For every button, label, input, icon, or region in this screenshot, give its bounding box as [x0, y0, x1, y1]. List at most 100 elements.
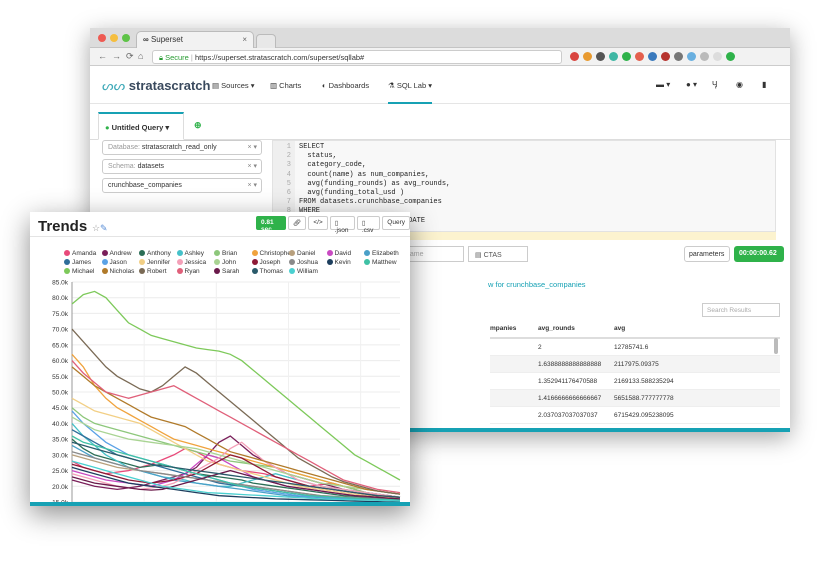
nav-dashboards[interactable]: ◐ Dashboards — [322, 81, 369, 90]
legend-item[interactable]: Sarah — [214, 268, 239, 275]
legend-item[interactable]: Anthony — [139, 250, 171, 257]
legend-item[interactable]: Ashley — [176, 250, 204, 257]
series-line-christopher[interactable] — [71, 353, 401, 495]
version-icon[interactable]: Ӌ — [712, 80, 717, 89]
logo-text: stratascratch — [128, 78, 211, 93]
close-tab-icon[interactable]: × — [242, 35, 247, 44]
legend-item[interactable]: Christopher — [251, 250, 293, 257]
legend-item[interactable]: Joshua — [289, 259, 318, 266]
extension-icon[interactable] — [700, 52, 709, 61]
column-header[interactable]: avg — [614, 325, 625, 332]
extension-icon[interactable] — [726, 52, 735, 61]
close-window-button[interactable] — [98, 34, 106, 42]
extension-icon[interactable] — [583, 52, 592, 61]
extension-icon[interactable] — [674, 52, 683, 61]
legend-item[interactable]: Elizabeth — [364, 250, 399, 257]
add-query-tab-icon[interactable]: ⊕ — [194, 120, 202, 131]
new-tab-button[interactable] — [256, 34, 276, 48]
legend-item[interactable]: Nicholas — [101, 268, 135, 275]
json-button[interactable]: ▯ .json — [329, 216, 355, 234]
legend-item[interactable]: Matthew — [364, 259, 397, 266]
reload-icon[interactable]: ⟳ — [126, 51, 134, 62]
clear-and-dropdown-icon[interactable]: × ▾ — [247, 162, 257, 170]
url-input[interactable]: 🔒︎ Secure | https://superset.stratascrat… — [152, 50, 562, 64]
legend-label: William — [297, 268, 318, 275]
edit-icon[interactable]: ✎ — [100, 223, 108, 234]
clear-and-dropdown-icon[interactable]: × ▾ — [247, 143, 257, 151]
extension-icon[interactable] — [713, 52, 722, 61]
code-line: count(name) as num_companies, — [299, 170, 430, 179]
table-cell: 2169133.588235294 — [614, 378, 674, 385]
csv-button[interactable]: ▯ .csv — [356, 216, 381, 234]
extension-icon[interactable] — [609, 52, 618, 61]
legend-item[interactable]: Kevin — [326, 259, 351, 266]
ctas-button[interactable]: ▤ CTAS — [468, 246, 528, 262]
table-row: 2 12785741.6 — [490, 339, 780, 356]
tab-untitled-query[interactable]: ● Untitled Query ▾ — [98, 112, 184, 140]
extension-icon[interactable] — [596, 52, 605, 61]
legend-item[interactable]: Joseph — [251, 259, 280, 266]
logo[interactable]: ᔕᔕ stratascratch — [102, 78, 210, 94]
minimize-window-button[interactable] — [110, 34, 118, 42]
legend-item[interactable]: Thomas — [251, 268, 283, 275]
legend-item[interactable]: Ryan — [176, 268, 200, 275]
extension-icon[interactable] — [687, 52, 696, 61]
maximize-window-button[interactable] — [122, 34, 130, 42]
extension-icon[interactable] — [648, 52, 657, 61]
series-line-michael[interactable] — [71, 290, 401, 481]
legend-item[interactable]: Andrew — [101, 250, 132, 257]
legend-item[interactable]: Jessica — [176, 259, 206, 266]
y-tick-label: 20.0k — [52, 484, 69, 491]
table-row: 1.352941176470588 2169133.588235294 — [490, 373, 780, 390]
legend-item[interactable]: Brian — [214, 250, 237, 257]
database-select[interactable]: Database: stratascratch_read_only × ▾ — [102, 140, 262, 155]
legend-label: Amanda — [72, 250, 97, 257]
back-icon[interactable]: ← — [98, 51, 107, 61]
table-select-value: crunchbase_companies — [108, 182, 182, 189]
docs-icon[interactable]: ▮ — [762, 80, 766, 89]
nav-sqllab[interactable]: ⚗ SQL Lab ▾ — [388, 81, 432, 104]
legend-item[interactable]: James — [64, 259, 91, 266]
table-select[interactable]: crunchbase_companies × ▾ — [102, 178, 262, 193]
extension-icon[interactable] — [661, 52, 670, 61]
table-cell: 6715429.095238095 — [614, 412, 674, 419]
forward-icon[interactable]: → — [112, 51, 121, 61]
view-results-link[interactable]: w for crunchbase_companies — [488, 280, 586, 289]
schema-select[interactable]: Schema: datasets × ▾ — [102, 159, 262, 174]
parameters-button[interactable]: parameters — [684, 246, 730, 262]
legend-item[interactable]: Michael — [64, 268, 94, 275]
extension-icon[interactable] — [635, 52, 644, 61]
nav-charts[interactable]: ▥ Charts — [270, 81, 301, 90]
user-icon[interactable]: ● ▾ — [686, 80, 697, 89]
column-header[interactable]: avg_rounds — [538, 325, 575, 332]
home-icon[interactable]: ⌂ — [138, 51, 143, 61]
legend-item[interactable]: Amanda — [64, 250, 96, 257]
extension-icon[interactable] — [622, 52, 631, 61]
browser-tab[interactable]: ∞ Superset × — [136, 31, 254, 48]
search-results-input[interactable]: Search Results — [702, 303, 780, 317]
clear-and-dropdown-icon[interactable]: × ▾ — [247, 181, 257, 189]
embed-button[interactable]: </> — [308, 216, 328, 230]
nav-sources[interactable]: ▤ Sources ▾ — [212, 81, 255, 90]
y-tick-label: 70.0k — [52, 327, 69, 334]
y-tick-label: 40.0k — [52, 421, 69, 428]
language-flag-icon[interactable]: ▬ ▾ — [656, 80, 670, 89]
link-button[interactable]: 🔗︎ — [288, 216, 307, 230]
column-header[interactable]: mpanies — [490, 325, 516, 332]
legend-item[interactable]: Jason — [101, 259, 127, 266]
github-icon[interactable]: ◉ — [736, 80, 743, 89]
legend-swatch — [64, 250, 70, 256]
star-icon[interactable]: ☆ — [92, 223, 100, 234]
legend-label: Nicholas — [109, 268, 135, 275]
legend-item[interactable]: John — [214, 259, 236, 266]
legend-item[interactable]: Jennifer — [139, 259, 170, 266]
results-scrollbar[interactable] — [774, 338, 778, 354]
extension-icon[interactable] — [570, 52, 579, 61]
legend-item[interactable]: William — [289, 268, 318, 275]
legend-item[interactable]: Robert — [139, 268, 167, 275]
legend-item[interactable]: Daniel — [289, 250, 315, 257]
query-button[interactable]: Query — [382, 216, 410, 230]
legend-label: James — [72, 259, 92, 266]
legend-item[interactable]: David — [326, 250, 351, 257]
legend-swatch — [364, 250, 370, 256]
